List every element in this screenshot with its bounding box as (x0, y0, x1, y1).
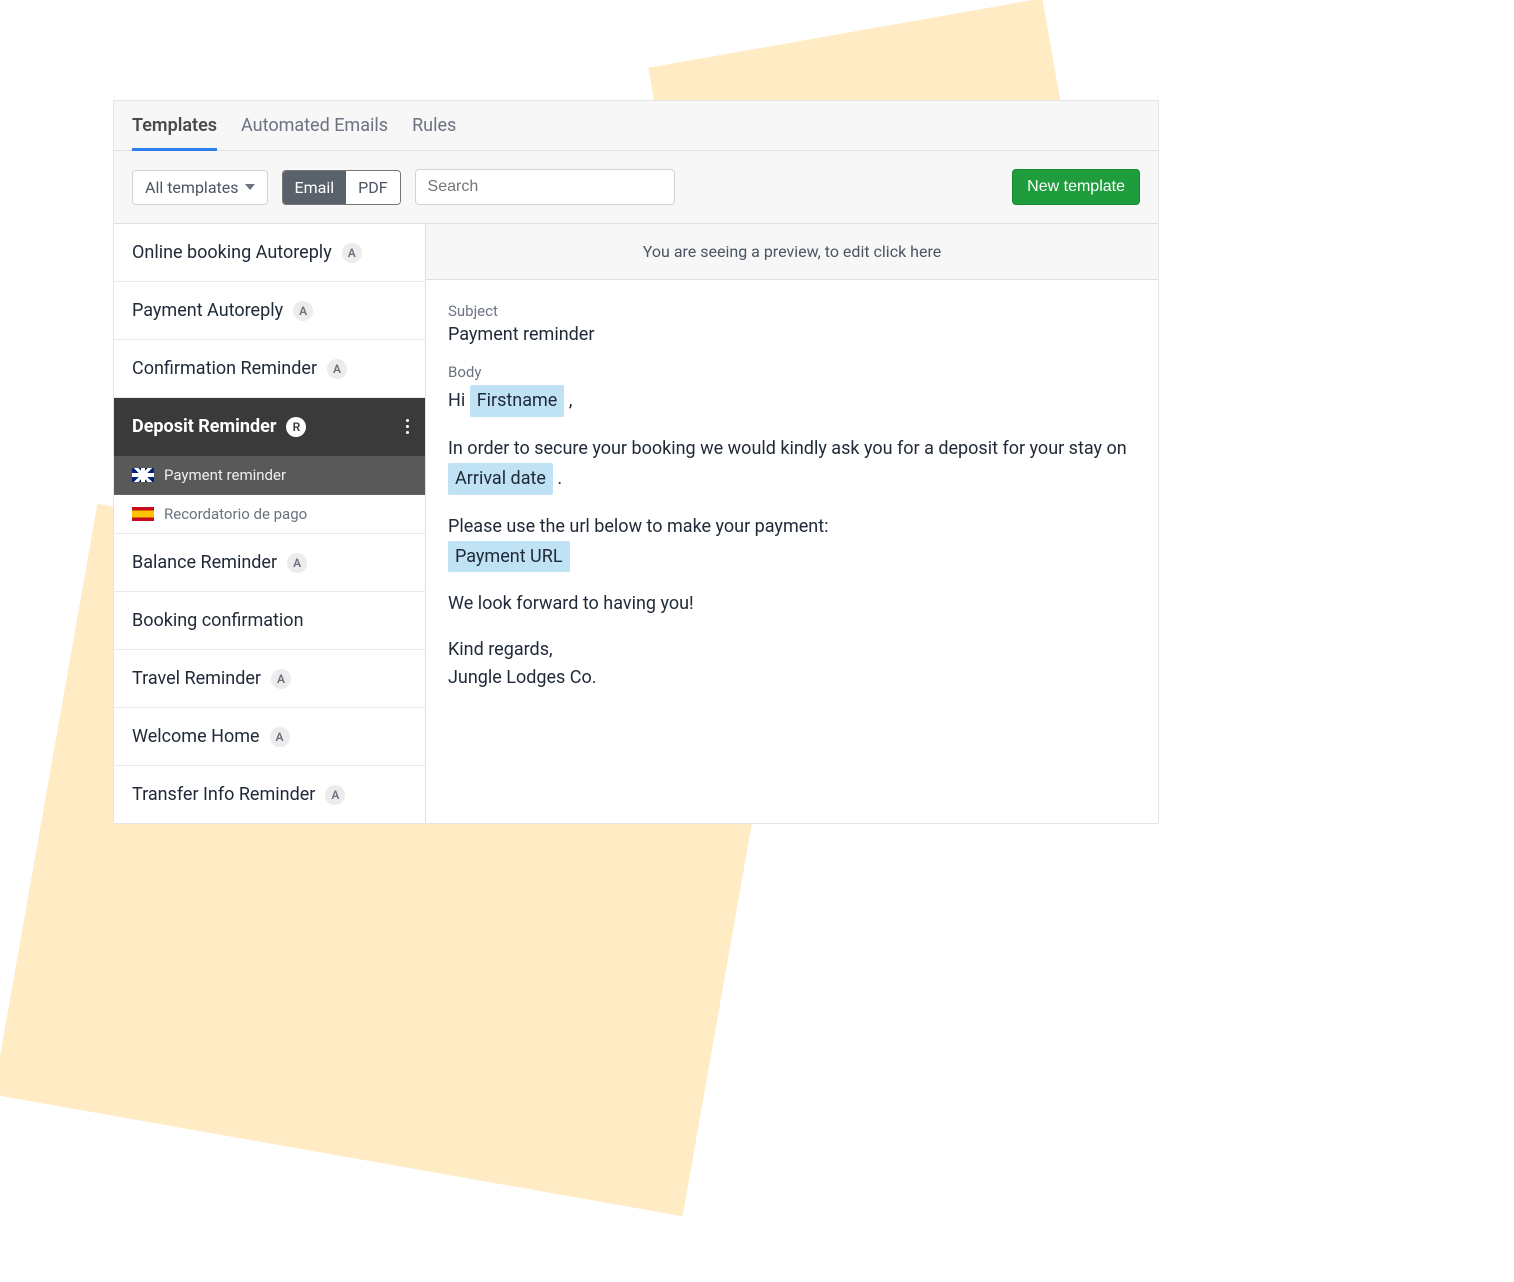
template-item-label: Deposit Reminder (132, 416, 276, 437)
lang-row-label: Payment reminder (164, 466, 286, 484)
template-item-online-booking-autoreply[interactable]: Online booking Autoreply A (114, 224, 425, 282)
template-item-travel-reminder[interactable]: Travel Reminder A (114, 650, 425, 708)
body-greeting-pre: Hi (448, 390, 470, 411)
tabs-bar: Templates Automated Emails Rules (114, 101, 1158, 151)
flag-uk-icon (132, 468, 154, 482)
badge-a: A (287, 553, 307, 573)
subject-label: Subject (448, 302, 1136, 320)
filter-dropdown-label: All templates (145, 178, 239, 197)
flag-es-icon (132, 507, 154, 521)
template-item-welcome-home[interactable]: Welcome Home A (114, 708, 425, 766)
body-signoff1: Kind regards, (448, 639, 553, 660)
badge-r: R (286, 417, 306, 437)
token-payment-url: Payment URL (448, 541, 570, 573)
more-menu-icon[interactable] (406, 419, 409, 434)
template-item-label: Welcome Home (132, 726, 260, 747)
template-item-deposit-reminder[interactable]: Deposit Reminder R (114, 398, 425, 456)
template-item-label: Online booking Autoreply (132, 242, 332, 263)
preview-body: Subject Payment reminder Body Hi Firstna… (426, 280, 1158, 722)
body-para2: Please use the url below to make your pa… (448, 516, 828, 537)
body-label: Body (448, 363, 1136, 381)
seg-pdf[interactable]: PDF (346, 171, 399, 204)
seg-email[interactable]: Email (283, 171, 347, 204)
template-item-transfer-info-reminder[interactable]: Transfer Info Reminder A (114, 766, 425, 823)
token-firstname: Firstname (470, 385, 565, 417)
template-item-label: Payment Autoreply (132, 300, 283, 321)
badge-a: A (271, 669, 291, 689)
format-segmented-control: Email PDF (282, 170, 401, 205)
template-item-payment-autoreply[interactable]: Payment Autoreply A (114, 282, 425, 340)
lang-row-label: Recordatorio de pago (164, 505, 307, 523)
search-input[interactable] (415, 169, 675, 205)
template-item-balance-reminder[interactable]: Balance Reminder A (114, 534, 425, 592)
chevron-down-icon (245, 184, 255, 190)
main-split: Online booking Autoreply A Payment Autor… (114, 224, 1158, 823)
body-para3: We look forward to having you! (448, 593, 694, 614)
token-arrival-date: Arrival date (448, 463, 553, 495)
body-para1-post: . (553, 468, 562, 489)
badge-a: A (270, 727, 290, 747)
template-item-label: Booking confirmation (132, 610, 304, 631)
toolbar: All templates Email PDF New template (114, 151, 1158, 224)
body-signoff2: Jungle Lodges Co. (448, 667, 597, 688)
badge-a: A (342, 243, 362, 263)
preview-panel: You are seeing a preview, to edit click … (426, 224, 1158, 823)
preview-edit-notice[interactable]: You are seeing a preview, to edit click … (426, 224, 1158, 280)
body-para1-pre: In order to secure your booking we would… (448, 438, 1127, 459)
badge-a: A (325, 785, 345, 805)
template-item-booking-confirmation[interactable]: Booking confirmation (114, 592, 425, 650)
subject-value: Payment reminder (448, 324, 1136, 345)
filter-dropdown[interactable]: All templates (132, 170, 268, 205)
tab-rules[interactable]: Rules (412, 115, 456, 151)
template-item-label: Confirmation Reminder (132, 358, 317, 379)
lang-row-en[interactable]: Payment reminder (114, 456, 425, 495)
badge-a: A (293, 301, 313, 321)
new-template-button[interactable]: New template (1012, 169, 1140, 205)
template-item-confirmation-reminder[interactable]: Confirmation Reminder A (114, 340, 425, 398)
template-item-label: Travel Reminder (132, 668, 261, 689)
lang-row-es[interactable]: Recordatorio de pago (114, 495, 425, 534)
template-list: Online booking Autoreply A Payment Autor… (114, 224, 426, 823)
template-item-label: Balance Reminder (132, 552, 277, 573)
app-window: Templates Automated Emails Rules All tem… (113, 100, 1159, 824)
template-item-label: Transfer Info Reminder (132, 784, 315, 805)
tab-templates[interactable]: Templates (132, 115, 217, 151)
email-body: Hi Firstname , In order to secure your b… (448, 385, 1136, 692)
badge-a: A (327, 359, 347, 379)
body-greeting-post: , (564, 390, 572, 411)
tab-automated-emails[interactable]: Automated Emails (241, 115, 388, 151)
